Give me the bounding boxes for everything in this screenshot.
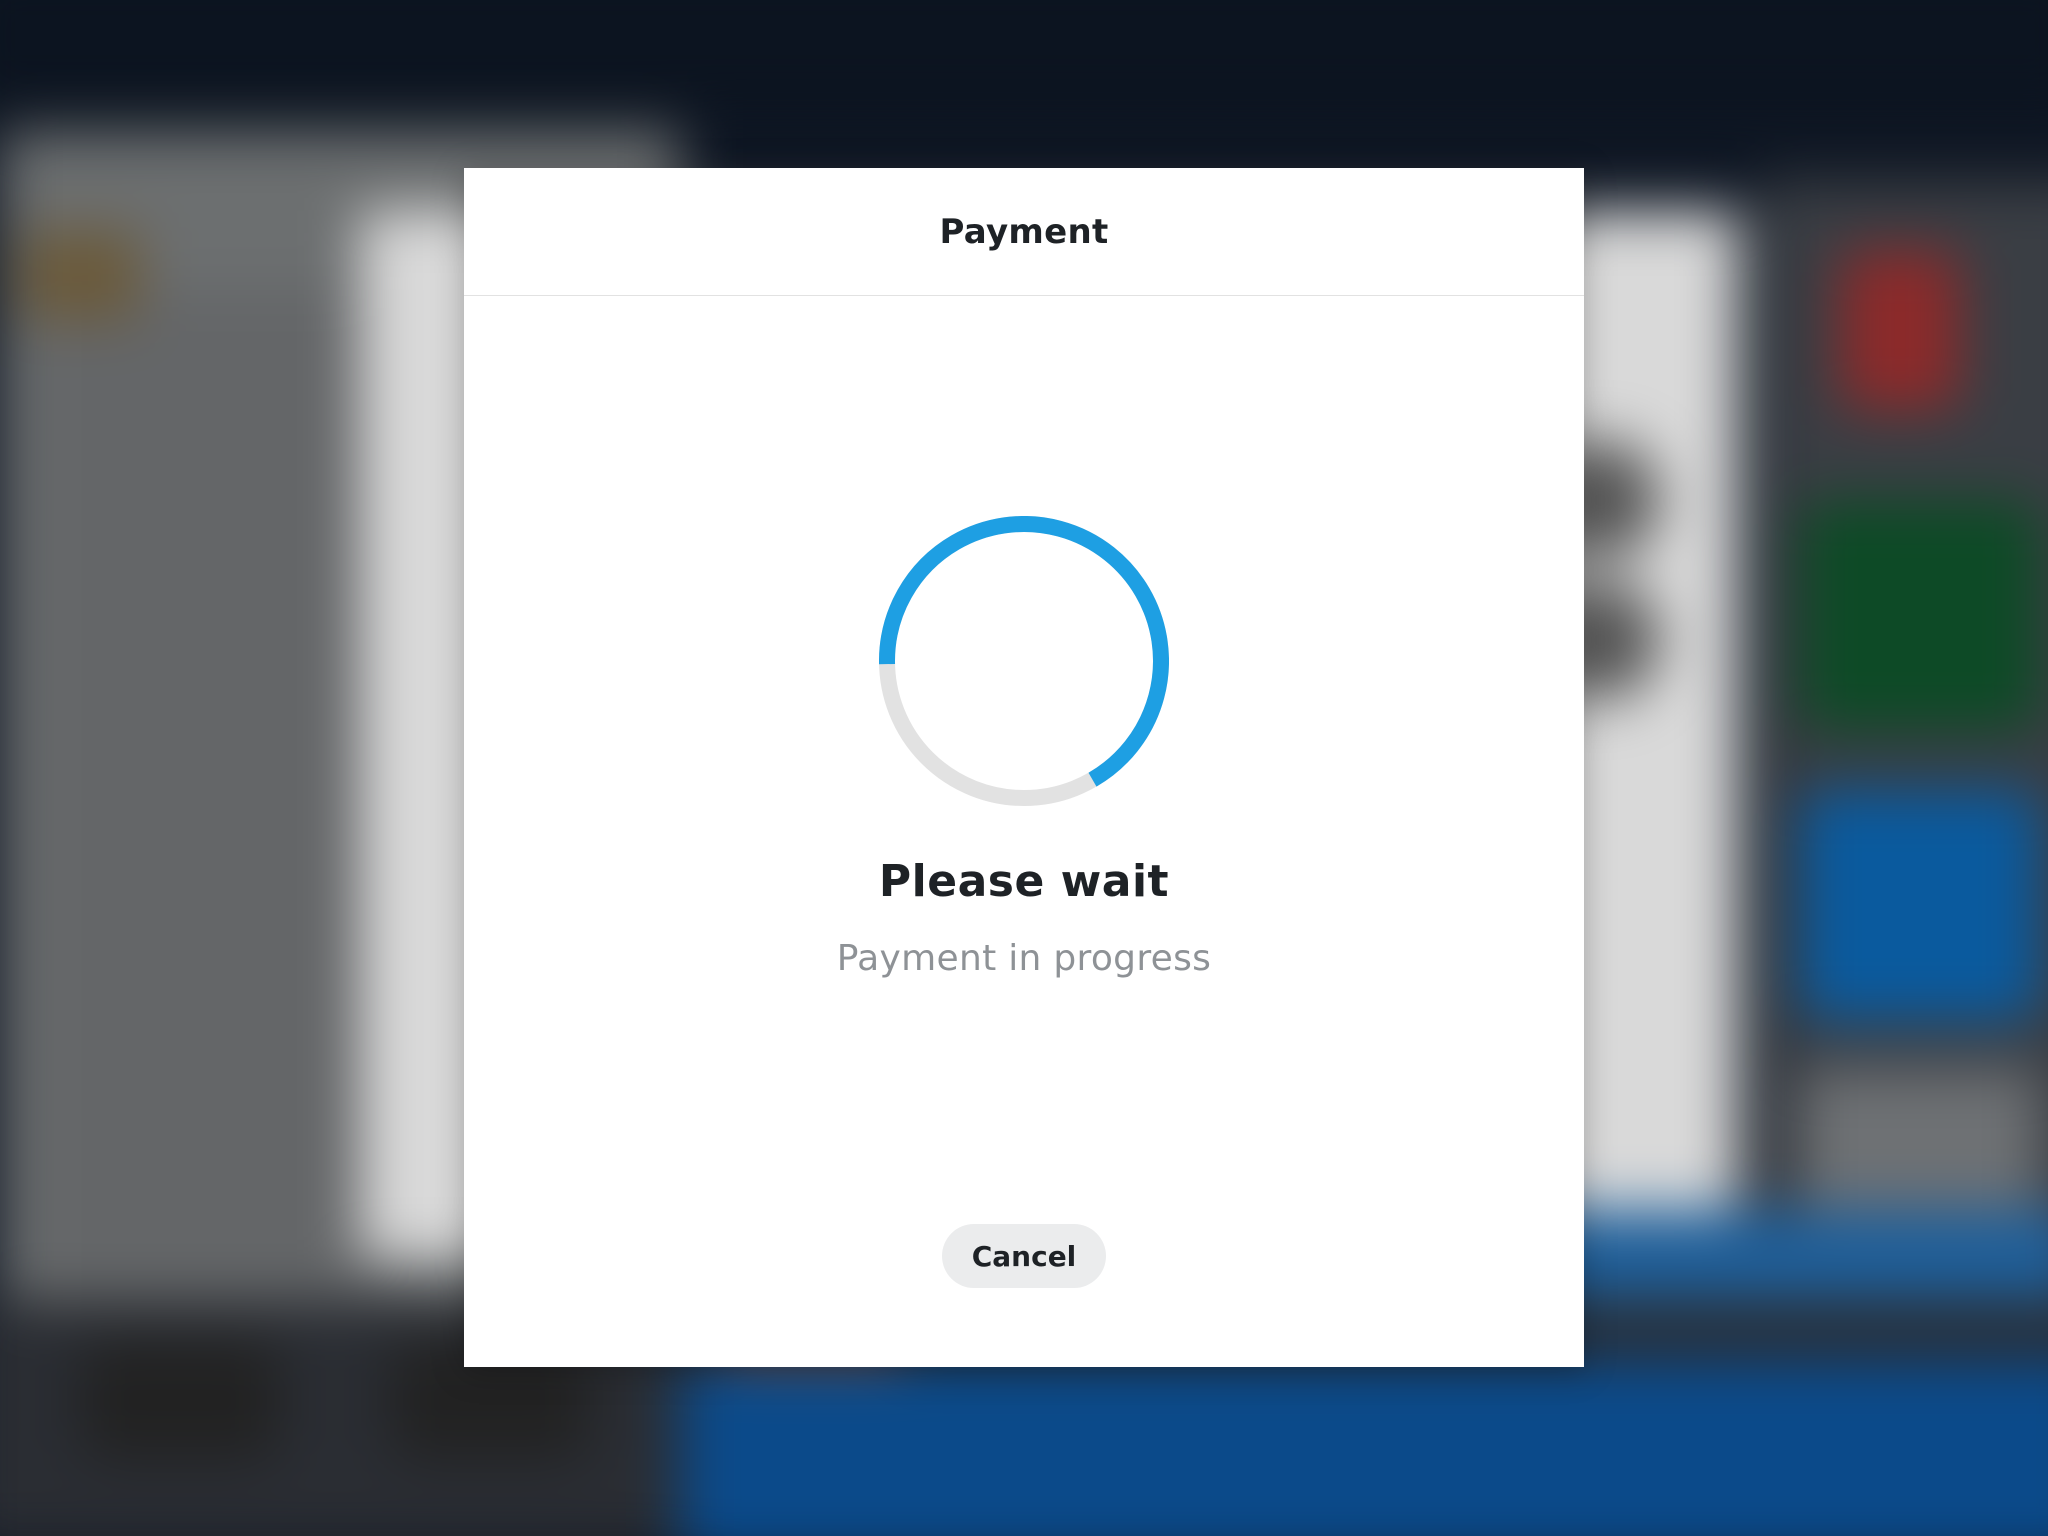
background-blue-tile (1800, 790, 2040, 1020)
status-subtitle: Payment in progress (836, 938, 1212, 979)
modal-title: Payment (939, 211, 1109, 252)
status-title: Please wait (878, 856, 1170, 907)
background-blue-band (1520, 1210, 2048, 1310)
background-green-tile (1800, 500, 2040, 730)
modal-header: Payment (464, 168, 1584, 296)
background-left-panel-inner (40, 290, 400, 1290)
background-red-tile (1840, 250, 1960, 410)
background-bottom-button (80, 1340, 280, 1460)
payment-modal: Payment Please wait Payment in progress … (464, 168, 1584, 1367)
background-bottom-blue-area (680, 1360, 2048, 1536)
background-top-bar (0, 0, 2048, 110)
spinner-container (464, 516, 1584, 806)
loading-spinner-icon (879, 516, 1169, 806)
cancel-button[interactable]: Cancel (942, 1224, 1106, 1288)
background-orange-tile (20, 230, 140, 320)
